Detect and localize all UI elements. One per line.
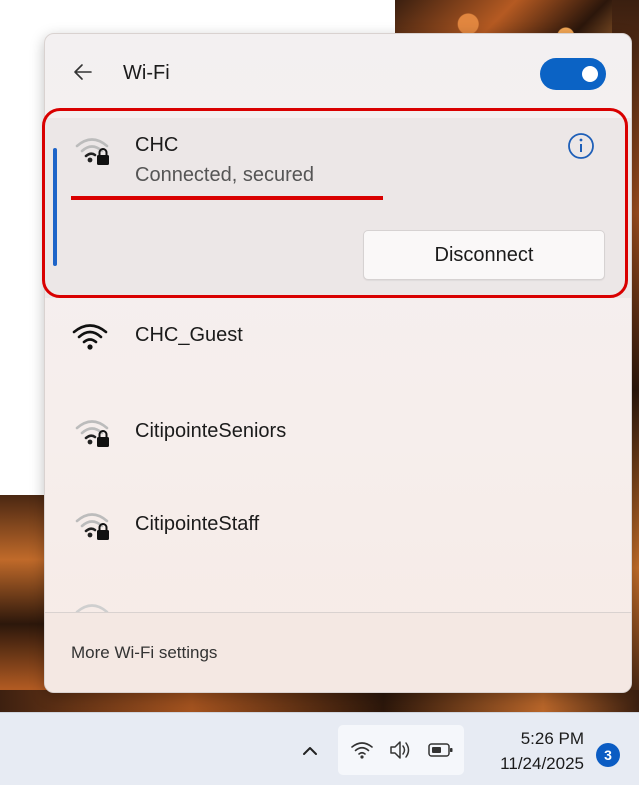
wallpaper-left [0,495,50,710]
wifi-toggle[interactable] [540,58,606,90]
volume-icon [388,739,414,766]
selection-indicator [53,148,57,266]
battery-icon [428,741,454,764]
taskbar: 5:26 PM 11/24/2025 3 [0,712,639,785]
wifi-header: Wi-Fi [45,34,631,114]
network-item-connected[interactable]: CHC Connected, secured Disconnect [45,118,631,298]
network-name: CHC [135,134,179,156]
wifi-flyout: Wi-Fi CHC Connected, secured Disconnect … [44,33,632,693]
wifi-icon [73,598,113,612]
network-item[interactable]: CHC_Guest [45,302,631,392]
network-name: CitipointeSeniors [135,420,287,442]
info-icon[interactable] [567,132,595,160]
wallpaper-bottom [0,690,639,712]
annotation-underline [71,196,383,200]
network-item[interactable]: CitipointeSeniors [45,396,631,486]
page-title: Wi-Fi [123,62,170,84]
chevron-up-icon[interactable] [298,739,322,763]
network-item-partial[interactable] [45,582,631,612]
clock-time[interactable]: 5:26 PM [478,729,584,749]
network-name: CHC_Guest [135,324,243,346]
wifi-icon [350,739,374,766]
disconnect-button[interactable]: Disconnect [363,230,605,280]
network-status: Connected, secured [135,164,315,186]
wifi-secured-icon [73,507,113,543]
network-item[interactable]: CitipointeStaff [45,489,631,579]
wifi-footer: More Wi-Fi settings [45,612,631,692]
notification-badge[interactable]: 3 [596,743,620,767]
network-name: CitipointeStaff [135,513,260,535]
back-arrow-icon[interactable] [71,60,97,84]
clock-date[interactable]: 11/24/2025 [478,754,584,774]
wifi-secured-icon [73,132,113,168]
more-wifi-settings-link[interactable]: More Wi-Fi settings [71,643,217,663]
wifi-secured-icon [73,414,113,450]
toggle-knob [582,66,598,82]
quick-settings-tray[interactable] [338,725,464,775]
wifi-icon [71,320,111,356]
